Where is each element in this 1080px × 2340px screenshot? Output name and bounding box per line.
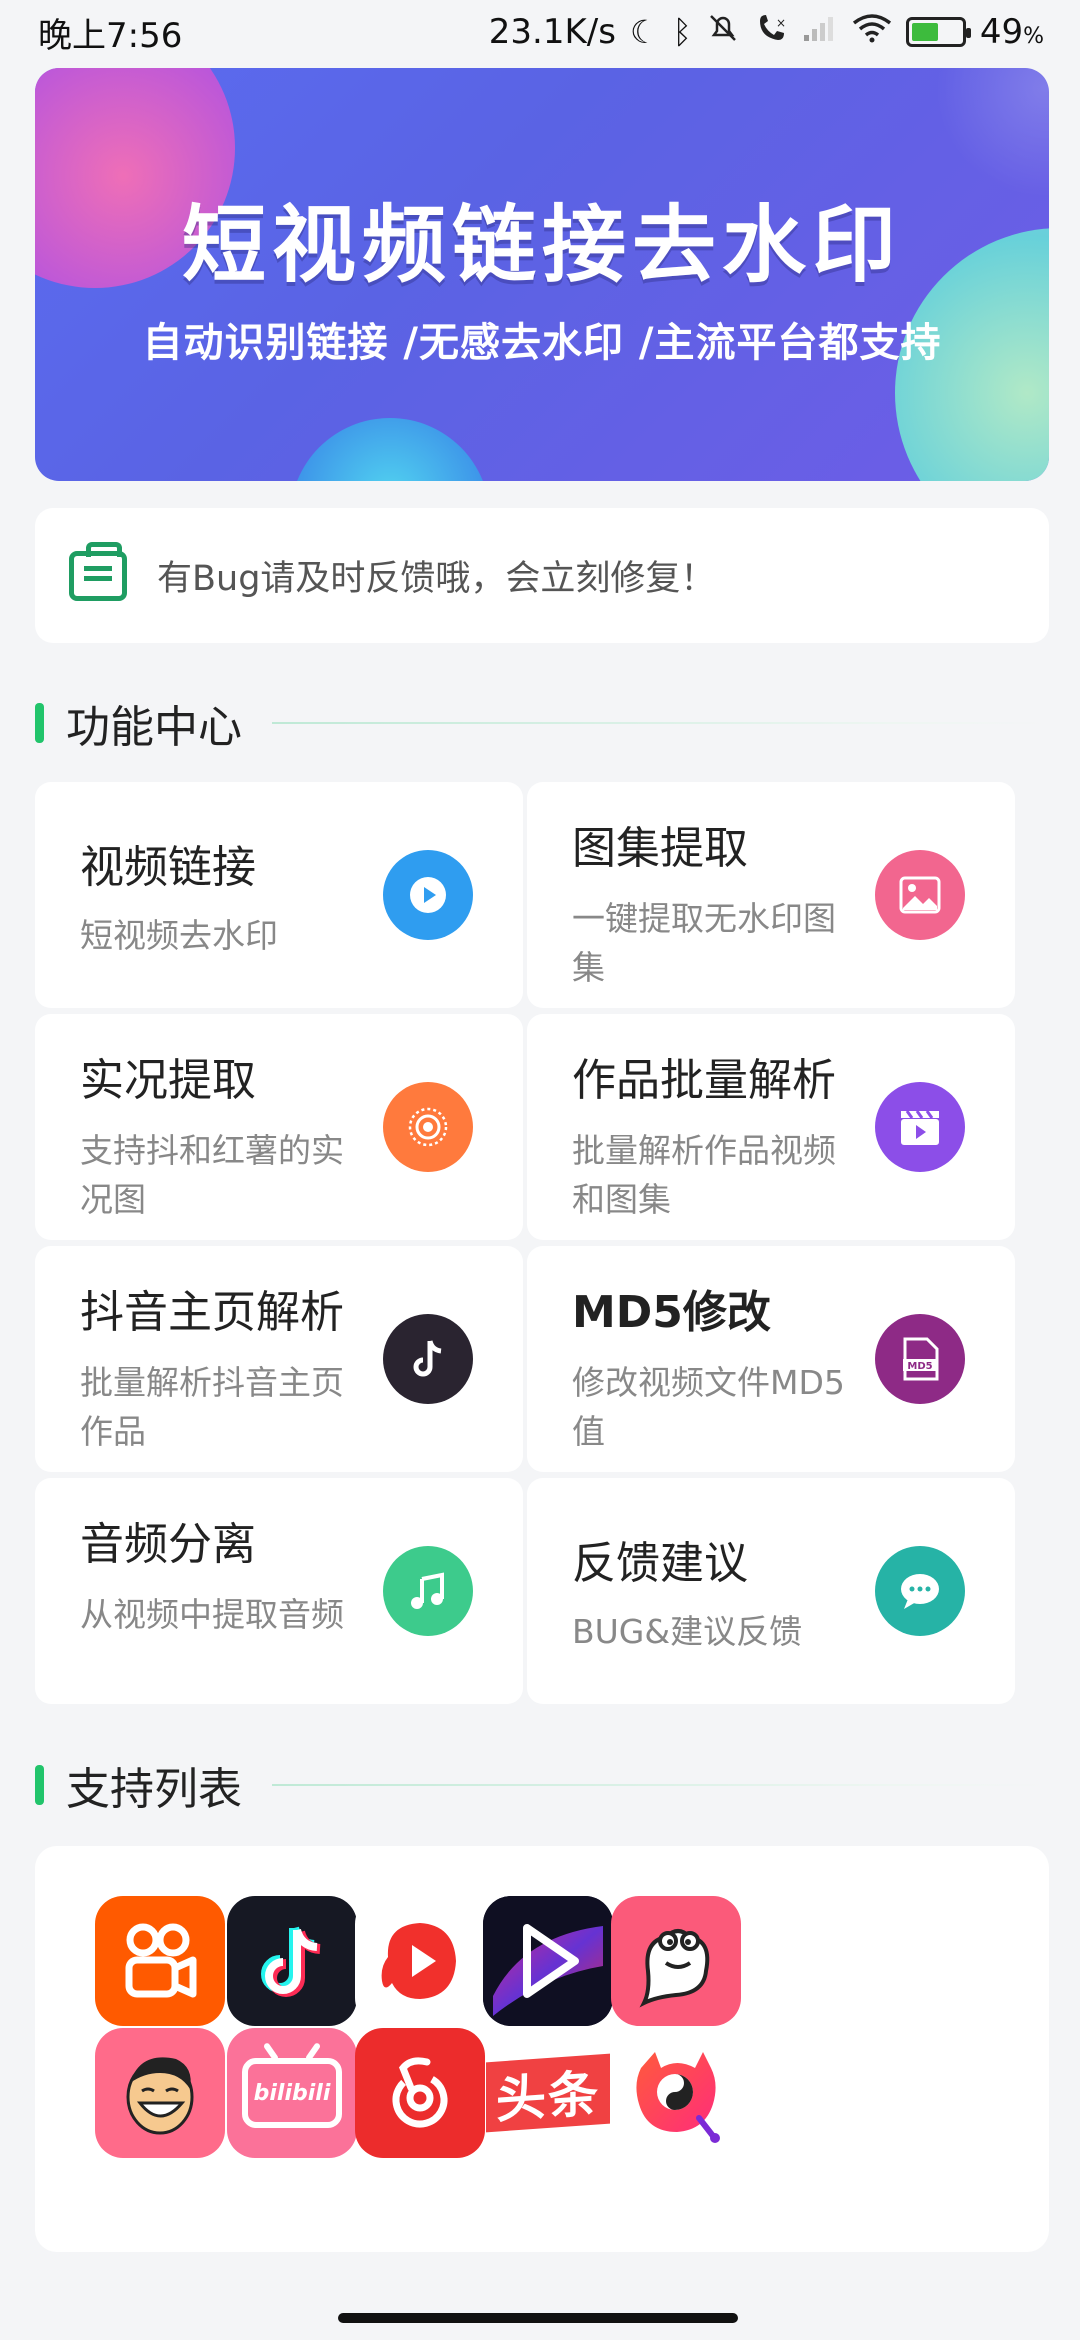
pipixia-app-icon[interactable] [611,1896,741,2026]
toutiao-logo-text: 头条 [496,2064,600,2130]
wifi-icon [852,12,892,52]
section-accent-bar [35,1765,44,1805]
signal-icon [802,12,838,52]
phone-off-icon: × [754,11,788,54]
feature-desc: 短视频去水印 [80,915,278,955]
svg-text:MD5: MD5 [907,1361,932,1372]
svg-text:×: × [776,16,786,30]
toutiao-app-icon[interactable]: 头条 [483,2028,613,2158]
feature-card-md5[interactable]: MD5修改 修改视频文件MD5值 MD5 [527,1246,1015,1472]
section-divider [272,1784,1049,1786]
banner-decoration [290,418,490,481]
feature-grid: 视频链接 短视频去水印 图集提取 一键提取无水印图集 实况提取 支持抖和红薯的实… [35,782,1015,1706]
xigua-app-icon[interactable] [355,1896,485,2026]
toolbox-icon [69,541,127,601]
section-title: 功能中心 [66,702,242,753]
feature-card-douyin-profile[interactable]: 抖音主页解析 批量解析抖音主页作品 [35,1246,523,1472]
section-accent-bar [35,703,44,743]
feature-desc: BUG&建议反馈 [572,1611,803,1651]
live-icon [383,1082,483,1180]
bilibili-logo-text: bilibili [253,2080,331,2106]
feature-card-live-photo[interactable]: 实况提取 支持抖和红薯的实况图 [35,1014,523,1240]
weishi-app-icon[interactable] [483,1896,613,2026]
hero-banner[interactable]: 短视频链接去水印 自动识别链接 /无感去水印 /主流平台都支持 [35,68,1049,481]
huoshan-app-icon[interactable] [611,2028,741,2158]
play-icon [383,850,483,948]
section-header-features: 功能中心 [35,698,1049,753]
moon-icon: ☾ [629,13,659,51]
feature-card-feedback[interactable]: 反馈建议 BUG&建议反馈 [527,1478,1015,1704]
banner-subtitle: 自动识别链接 /无感去水印 /主流平台都支持 [142,320,942,366]
tiktok-icon [383,1314,483,1412]
zuiyou-app-icon[interactable] [95,2028,225,2158]
feature-desc: 修改视频文件MD5值 [572,1363,845,1451]
bluetooth-icon: ᛒ [672,13,692,51]
feature-desc: 批量解析抖音主页作品 [80,1363,344,1451]
feature-desc: 一键提取无水印图集 [572,899,836,987]
feature-card-gallery[interactable]: 图集提取 一键提取无水印图集 [527,782,1015,1008]
feature-desc: 从视频中提取音频 [80,1595,344,1634]
feature-card-batch-parse[interactable]: 作品批量解析 批量解析作品视频和图集 [527,1014,1015,1240]
status-indicators: 23.1K/s ☾ ᛒ × 49% [489,11,1044,54]
battery-percent: 49% [979,12,1044,52]
banner-title: 短视频链接去水印 [181,196,902,294]
platform-list: bilibili 头条 [35,1846,1049,2252]
section-header-support: 支持列表 [35,1760,1049,1815]
bilibili-app-icon[interactable]: bilibili [227,2028,357,2158]
music-icon [383,1546,483,1644]
section-title: 支持列表 [66,1764,242,1815]
section-divider [272,722,1049,724]
feature-desc: 支持抖和红薯的实况图 [80,1131,344,1219]
notice-text: 有Bug请及时反馈哦，会立刻修复！ [157,559,716,599]
image-icon [875,850,975,948]
feature-card-audio-extract[interactable]: 音频分离 从视频中提取音频 [35,1478,523,1704]
home-indicator[interactable] [338,2313,738,2323]
status-bar: 晚上7:56 23.1K/s ☾ ᛒ × 49% [0,0,1080,64]
chat-icon [875,1546,975,1644]
mute-icon [706,11,740,54]
net-speed: 23.1K/s [488,12,616,52]
notice-card[interactable]: 有Bug请及时反馈哦，会立刻修复！ [35,508,1049,643]
feature-desc: 批量解析作品视频和图集 [572,1131,836,1219]
clapper-icon [875,1082,975,1180]
kuaishou-app-icon[interactable] [95,1896,225,2026]
status-time: 晚上7:56 [38,15,183,56]
douyin-app-icon[interactable] [227,1896,357,2026]
battery-icon [905,17,971,47]
feature-card-video-link[interactable]: 视频链接 短视频去水印 [35,782,523,1008]
netease-music-app-icon[interactable] [355,2028,485,2158]
md5-file-icon: MD5 [875,1314,975,1412]
